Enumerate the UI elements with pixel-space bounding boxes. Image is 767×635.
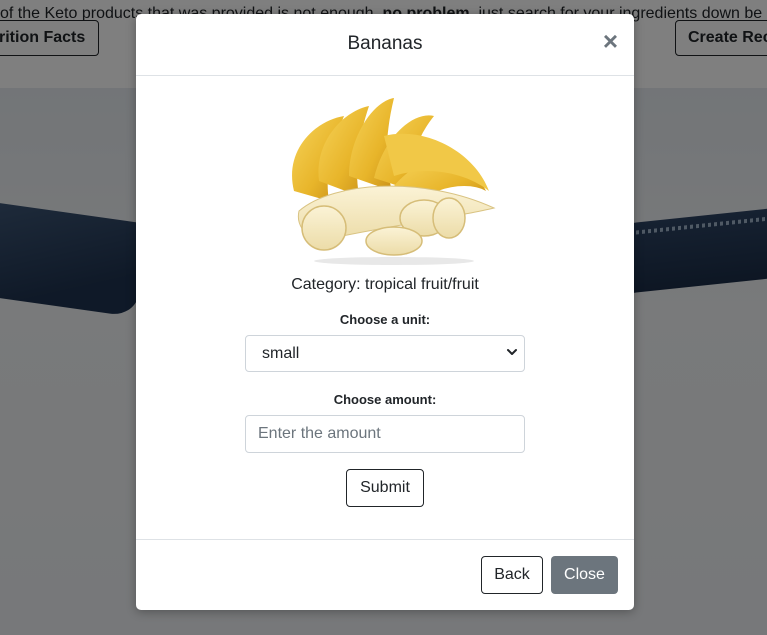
category-text: Category: tropical fruit/fruit xyxy=(291,276,479,293)
unit-select[interactable]: small xyxy=(245,335,525,372)
modal-title: Bananas xyxy=(347,33,423,54)
submit-button[interactable]: Submit xyxy=(346,469,424,507)
amount-input[interactable] xyxy=(245,415,525,453)
modal-header: Bananas × xyxy=(136,14,634,76)
back-button[interactable]: Back xyxy=(481,556,543,594)
unit-select-value: small xyxy=(262,344,300,362)
chevron-down-icon xyxy=(507,349,517,355)
modal-footer: Back Close xyxy=(136,539,634,610)
unit-label: Choose a unit: xyxy=(339,312,431,327)
food-modal: Bananas × Category: tropical fruit/fruit… xyxy=(136,14,634,610)
close-icon[interactable]: × xyxy=(603,28,618,54)
amount-label: Choose amount: xyxy=(333,392,437,407)
close-button[interactable]: Close xyxy=(551,556,618,594)
page: of the Keto products that was provided i… xyxy=(0,0,767,635)
modal-body: Category: tropical fruit/fruit Choose a … xyxy=(136,76,634,539)
banana-image xyxy=(292,98,496,265)
